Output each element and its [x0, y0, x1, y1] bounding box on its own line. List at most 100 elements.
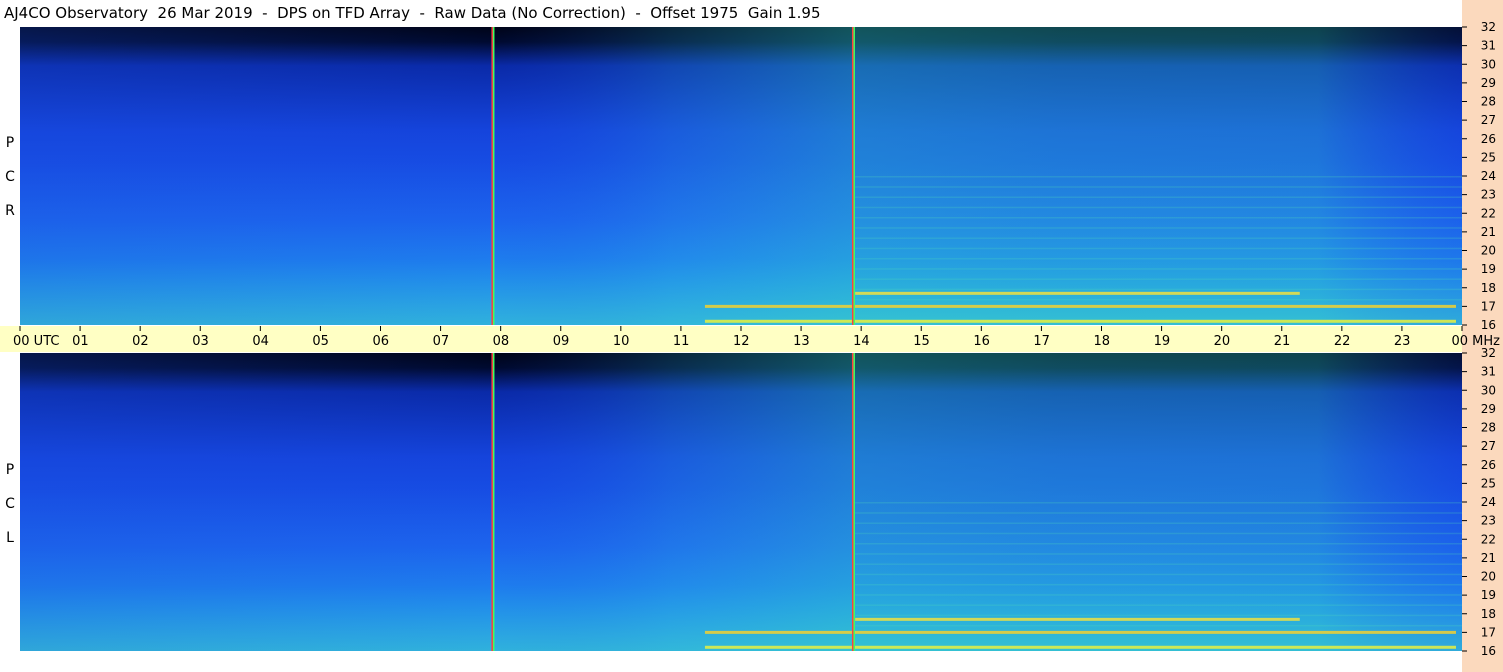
- spectrogram-streak: [855, 532, 1462, 535]
- frequency-tick-label: 25: [1481, 476, 1496, 490]
- time-tick-label: 08: [493, 334, 510, 349]
- time-tick-label: 13: [793, 334, 810, 349]
- frequency-tick-label: 22: [1481, 532, 1496, 546]
- time-axis: 00 UTC 01 02 03 04 05 06 07 08 09 10 11 12 13 14 15 16 17…: [13, 326, 1500, 349]
- frequency-tick-label: 32: [1481, 20, 1496, 34]
- time-tick-label: 09: [553, 334, 570, 349]
- interference-band: [704, 630, 1456, 634]
- spectrogram-streak: [855, 176, 1462, 178]
- time-tick-label: 02: [132, 334, 149, 349]
- frequency-tick-label: 24: [1481, 169, 1496, 183]
- spectrogram-streak: [855, 298, 1462, 301]
- spectrogram-streak: [855, 522, 1462, 524]
- frequency-tick-label: 16: [1481, 644, 1496, 658]
- spectrogram-streak: [855, 553, 1462, 555]
- time-tick-label: 19: [1154, 334, 1171, 349]
- frequency-tick-label: 27: [1481, 113, 1496, 127]
- frequency-tick-label: 19: [1481, 588, 1496, 602]
- marker-line-red: [851, 353, 854, 651]
- frequency-tick-label: 30: [1481, 57, 1496, 71]
- marker-line-red: [491, 353, 493, 651]
- frequency-tick-label: 16: [1481, 318, 1496, 332]
- spectrogram-streak: [855, 288, 1462, 291]
- frequency-tick-label: 18: [1481, 607, 1496, 621]
- frequency-tick-label: 20: [1481, 244, 1496, 258]
- frequency-tick-label: 27: [1481, 439, 1496, 453]
- frequency-tick-label: 21: [1481, 225, 1496, 239]
- time-tick-label: 03: [192, 334, 209, 349]
- spectrogram-streak: [855, 278, 1462, 280]
- spectrogram-streak: [855, 216, 1462, 219]
- time-tick-label: 11: [673, 334, 690, 349]
- frequency-tick-label: 26: [1481, 458, 1496, 472]
- time-tick-label: 00 MHz: [1452, 334, 1501, 349]
- time-tick-label: 20: [1214, 334, 1231, 349]
- interference-band: [855, 291, 1300, 295]
- spectrogram-streak: [855, 542, 1462, 545]
- frequency-tick-label: 25: [1481, 150, 1496, 164]
- frequency-tick-label: 24: [1481, 495, 1496, 509]
- time-tick-label: 10: [613, 334, 630, 349]
- frequency-tick-label: 22: [1481, 206, 1496, 220]
- frequency-tick-label: 29: [1481, 76, 1496, 90]
- frequency-tick-label: 23: [1481, 514, 1496, 528]
- time-tick-label: 17: [1033, 334, 1050, 349]
- marker-line-green: [853, 27, 855, 325]
- time-tick-label: 21: [1274, 334, 1291, 349]
- time-tick-label: 23: [1394, 334, 1411, 349]
- frequency-tick-label: 18: [1481, 281, 1496, 295]
- spectrogram-streak: [855, 268, 1462, 270]
- time-tick-label: 22: [1334, 334, 1351, 349]
- spectrogram-streak: [855, 206, 1462, 209]
- interference-band: [704, 645, 1456, 649]
- time-tick-label: 01: [72, 334, 89, 349]
- spectrogram-streak: [855, 237, 1462, 239]
- frequency-tick-label: 19: [1481, 262, 1496, 276]
- time-tick-label: 12: [733, 334, 750, 349]
- spectrogram-streak: [855, 512, 1462, 514]
- frequency-tick-label: 31: [1481, 39, 1496, 53]
- spectrogram-streak: [855, 186, 1462, 188]
- spectrogram-streak: [855, 227, 1462, 229]
- time-tick-label: 15: [913, 334, 930, 349]
- frequency-tick-label: 26: [1481, 132, 1496, 146]
- frequency-tick-label: 28: [1481, 95, 1496, 109]
- frequency-tick-label: 29: [1481, 402, 1496, 416]
- spectrogram-streak: [855, 573, 1462, 576]
- frequency-tick-label: 23: [1481, 188, 1496, 202]
- frequency-tick-label: 28: [1481, 421, 1496, 435]
- frequency-tick-label: 20: [1481, 570, 1496, 584]
- time-tick-label: 05: [312, 334, 329, 349]
- spectrogram-streak: [855, 196, 1462, 198]
- time-tick-label: 18: [1094, 334, 1111, 349]
- time-tick-label: 04: [252, 334, 269, 349]
- spectrogram-panel-rcp: [20, 27, 1462, 325]
- spectrogram-streak: [855, 583, 1462, 586]
- frequency-tick-label: 17: [1481, 299, 1496, 313]
- spectrogram-streak: [855, 563, 1462, 565]
- time-tick-label: 06: [373, 334, 390, 349]
- spectrogram-streak: [855, 594, 1462, 596]
- spectrogram-streak: [855, 614, 1462, 617]
- frequency-tick-label: 30: [1481, 383, 1496, 397]
- interference-band: [704, 304, 1456, 308]
- frequency-tick-label: 31: [1481, 365, 1496, 379]
- spectrogram-panel-lcp: [20, 353, 1462, 651]
- frequency-tick-label: 17: [1481, 625, 1496, 639]
- time-tick-label: 16: [973, 334, 990, 349]
- marker-line-green: [492, 353, 495, 651]
- spectrogram-streak: [855, 247, 1462, 250]
- time-tick-label: 00 UTC: [13, 334, 59, 349]
- spectrogram-streak: [855, 502, 1462, 504]
- time-tick-label: 14: [853, 334, 870, 349]
- spectrogram-streak: [855, 604, 1462, 606]
- frequency-tick-label: 21: [1481, 551, 1496, 565]
- marker-line-red: [491, 27, 493, 325]
- marker-line-red: [851, 27, 854, 325]
- spectrogram-streak: [855, 624, 1462, 627]
- interference-band: [855, 617, 1300, 621]
- spectrogram-streak: [855, 257, 1462, 260]
- marker-line-green: [492, 27, 495, 325]
- spectrogram-chart: 3231302928272625242322212019181716323130…: [13, 20, 1500, 658]
- time-tick-label: 07: [433, 334, 450, 349]
